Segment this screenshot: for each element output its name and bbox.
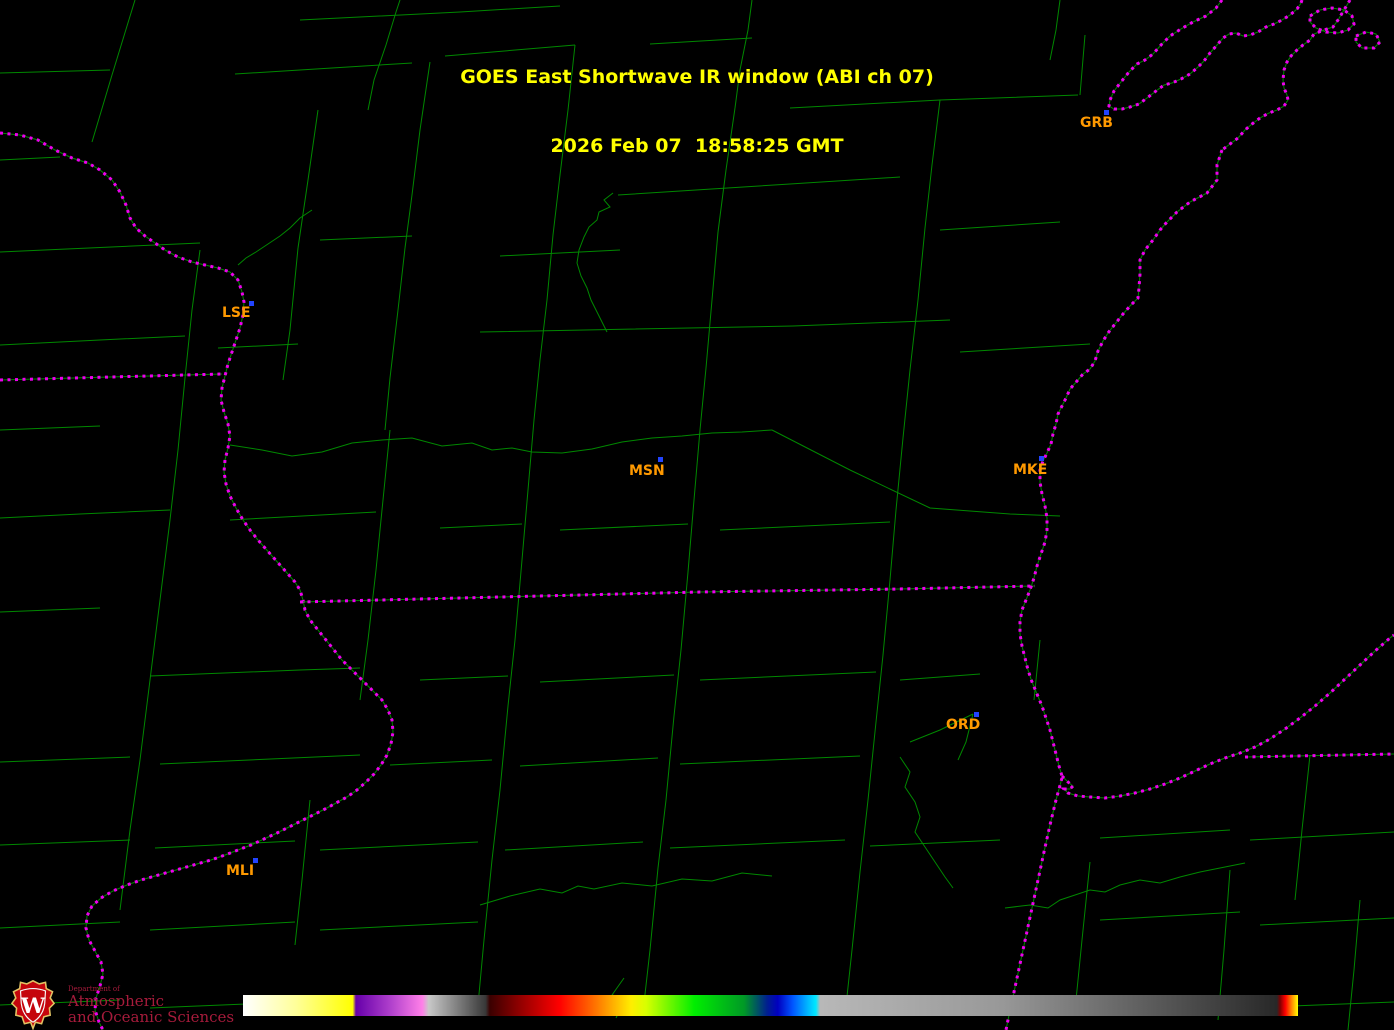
county-boundary-line — [680, 756, 860, 764]
county-boundary-line — [900, 674, 980, 680]
county-boundary-line — [505, 842, 643, 850]
county-boundary-line — [238, 210, 312, 265]
county-boundary-line — [420, 676, 508, 680]
shoreline-line — [0, 133, 393, 1030]
city-label-msn: MSN — [629, 464, 665, 478]
county-boundary-line — [903, 228, 925, 438]
county-boundary-line — [876, 580, 890, 722]
county-boundary-line — [0, 510, 170, 518]
county-boundary-line — [390, 760, 492, 765]
county-boundary-line — [560, 524, 688, 530]
county-boundary-line — [700, 232, 718, 430]
county-boundary-line — [1260, 918, 1394, 925]
county-boundary-line — [870, 840, 1000, 846]
county-boundary-line — [218, 344, 298, 348]
county-boundary-line — [520, 758, 658, 766]
county-boundary-line — [150, 520, 170, 680]
logo-text: Department of Atmospheric and Oceanic Sc… — [68, 985, 234, 1025]
uw-aos-logo: W Department of Atmospheric and Oceanic … — [6, 980, 234, 1030]
state-border-dotted-line — [0, 133, 393, 1030]
county-boundary-line — [120, 830, 130, 910]
county-boundary-line — [160, 755, 360, 764]
title-line2: 2026 Feb 07 18:58:25 GMT — [0, 135, 1394, 158]
state-border-dotted-line — [1020, 150, 1222, 776]
county-boundary-line — [960, 344, 1090, 352]
county-boundary-line — [150, 668, 360, 676]
city-label-ord: ORD — [946, 718, 980, 732]
city-label-lse: LSE — [222, 306, 251, 320]
county-boundary-line — [940, 222, 1060, 230]
city-dot-msn — [658, 457, 663, 462]
county-boundary-line — [440, 524, 522, 528]
svg-text:W: W — [20, 993, 46, 1019]
county-boundary-line — [385, 248, 405, 430]
county-boundary-line — [480, 873, 772, 905]
city-label-mke: MKE — [1013, 463, 1047, 477]
county-boundary-line — [534, 235, 553, 420]
city-label-mli: MLI — [226, 864, 254, 878]
county-boundary-line — [185, 250, 200, 378]
county-boundary-line — [1250, 832, 1394, 840]
county-boundary-line — [320, 922, 478, 930]
county-boundary-line — [643, 868, 658, 1012]
county-boundary-line — [376, 430, 390, 570]
county-boundary-line — [860, 722, 876, 872]
county-boundary-line — [478, 860, 492, 1005]
county-boundary-line — [1100, 830, 1230, 838]
county-boundary-line — [577, 193, 613, 332]
county-boundary-line — [230, 512, 376, 520]
county-boundary-line — [0, 243, 200, 252]
county-boundary-line — [150, 922, 295, 930]
county-boundary-line — [320, 842, 478, 850]
shoreline-line — [1062, 635, 1394, 798]
county-boundary-line — [170, 378, 185, 520]
county-boundary-line — [508, 560, 522, 706]
county-boundary-line — [283, 248, 298, 380]
logo-name-line2: and Oceanic Sciences — [68, 1009, 234, 1025]
county-boundary-line — [0, 757, 130, 762]
county-boundary-line — [500, 250, 620, 256]
county-boundary-line — [1295, 755, 1310, 900]
image-title: GOES East Shortwave IR window (ABI ch 07… — [0, 20, 1394, 181]
shoreline-line — [1020, 150, 1222, 776]
county-boundary-line — [540, 675, 674, 682]
county-boundary-line — [700, 672, 876, 680]
county-boundary-line — [0, 608, 100, 612]
state-border-dotted-line — [1062, 635, 1394, 798]
county-boundary-line — [1034, 640, 1040, 700]
county-boundary-line — [670, 840, 845, 848]
logo-name-line1: Atmospheric — [68, 993, 234, 1009]
county-boundary-line — [658, 716, 674, 868]
county-boundary-line — [130, 680, 150, 830]
title-line1: GOES East Shortwave IR window (ABI ch 07… — [0, 66, 1394, 89]
city-dot-mke — [1039, 456, 1044, 461]
county-boundary-line — [230, 430, 772, 456]
shoreline-line — [1245, 754, 1394, 757]
county-boundary-line — [1100, 912, 1240, 920]
county-boundary-line — [492, 706, 508, 860]
color-scale-bar — [243, 995, 1298, 1016]
county-boundary-line — [0, 922, 120, 928]
county-boundary-line — [0, 426, 100, 430]
county-boundary-line — [320, 236, 412, 240]
county-boundary-line — [155, 841, 295, 848]
county-boundary-line — [300, 6, 560, 20]
county-boundary-line — [0, 336, 185, 345]
county-boundary-line — [688, 430, 700, 572]
county-boundary-line — [1005, 863, 1245, 908]
uw-crest-icon: W — [6, 980, 60, 1030]
county-boundary-line — [845, 872, 860, 1015]
county-boundary-line — [890, 438, 903, 580]
county-boundary-line — [720, 522, 890, 530]
county-boundary-line — [1075, 862, 1090, 1010]
county-boundary-line — [522, 420, 534, 560]
county-boundary-line — [900, 757, 953, 888]
county-boundary-line — [0, 840, 130, 845]
county-boundary-line — [480, 320, 950, 332]
